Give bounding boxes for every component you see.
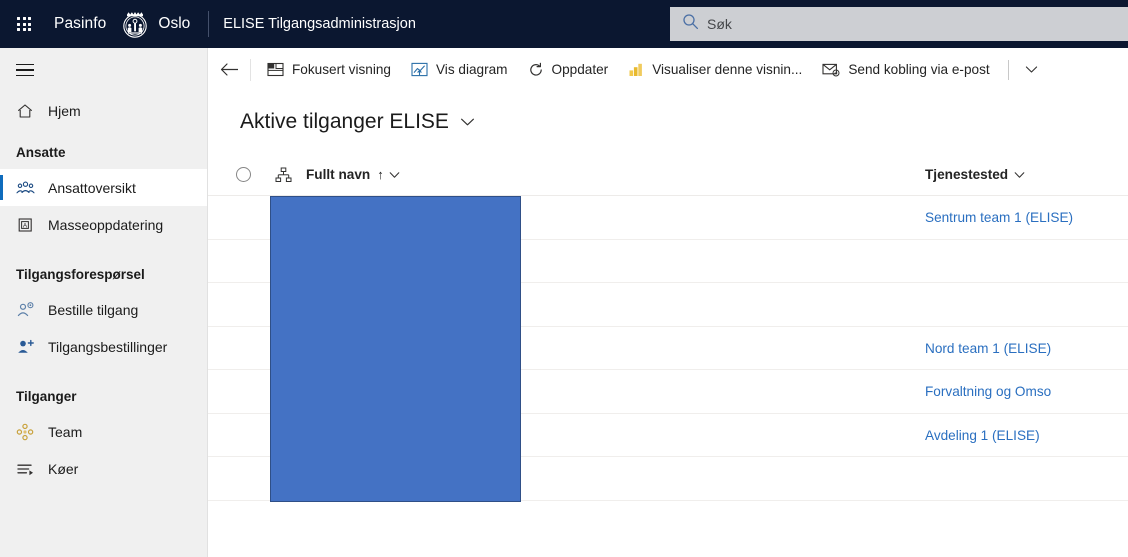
cell-tjenestested[interactable]: Sentrum team 1 (ELISE) [925, 196, 1073, 240]
oslo-coat-of-arms-icon [118, 7, 152, 41]
sidebar-item-hjem[interactable]: Hjem [0, 92, 207, 129]
show-chart-button[interactable]: Vis diagram [402, 54, 517, 86]
global-search-box[interactable]: Søk [670, 7, 1128, 41]
sort-ascending-icon: ↑ [377, 167, 384, 182]
cell-tjenestested[interactable]: Avdeling 1 (ELISE) [925, 414, 1040, 458]
focused-view-icon [267, 62, 284, 77]
sidebar-item-label: Masseoppdatering [48, 216, 164, 233]
sidebar-item-bestille-tilgang[interactable]: Bestille tilgang [0, 291, 207, 328]
svg-text:A: A [23, 222, 28, 229]
sidebar-item-masseoppdatering[interactable]: A Masseoppdatering [0, 206, 207, 243]
hierarchy-icon[interactable] [260, 167, 306, 183]
command-bar: Fokusert visning Vis diagram Oppdater Vi… [208, 48, 1128, 92]
chevron-down-icon[interactable] [1015, 65, 1048, 74]
search-icon [682, 13, 699, 35]
sidebar-item-label: Tilgangsbestillinger [48, 338, 168, 355]
view-title-row: Aktive tilganger ELISE [208, 92, 1128, 138]
sidebar-item-label: Bestille tilgang [48, 301, 139, 318]
sidebar-group-tilganger: Tilganger [16, 388, 77, 404]
team-icon [16, 422, 38, 442]
column-header-fullt-navn[interactable]: Fullt navn ↑ [306, 167, 400, 182]
column-header-label: Fullt navn [306, 167, 371, 182]
top-header-bar: Pasinfo Oslo ELISE Tilgangsadministrasjo… [0, 0, 1128, 48]
refresh-icon [528, 62, 544, 78]
people-group-icon [16, 178, 38, 198]
chevron-down-icon[interactable] [460, 117, 475, 127]
refresh-button[interactable]: Oppdater [519, 54, 618, 86]
send-link-email-button[interactable]: Send kobling via e-post [813, 54, 998, 86]
left-sidebar: Hjem Ansatte Ansattoversikt A Masseoppda… [0, 48, 208, 557]
back-arrow-icon[interactable] [208, 48, 250, 92]
person-settings-icon [16, 300, 38, 320]
sidebar-item-label: Team [48, 423, 83, 440]
person-add-icon [16, 337, 38, 357]
chevron-down-icon[interactable] [389, 171, 400, 179]
command-label: Oppdater [551, 62, 609, 77]
sidebar-item-koer[interactable]: Køer [0, 450, 207, 487]
chevron-down-icon[interactable] [1014, 171, 1025, 179]
brand-oslo-label[interactable]: Oslo [158, 15, 190, 33]
grid-header-row: Fullt navn ↑ Tjenestested [208, 154, 1128, 196]
email-link-icon [822, 62, 840, 77]
brand-pasinfo-label[interactable]: Pasinfo [54, 15, 106, 33]
column-header-tjenestested[interactable]: Tjenestested [925, 167, 1025, 182]
header-divider [208, 11, 210, 37]
sidebar-item-team[interactable]: Team [0, 413, 207, 450]
sidebar-item-ansattoversikt[interactable]: Ansattoversikt [0, 169, 207, 206]
app-root: Pasinfo Oslo ELISE Tilgangsadministrasjo… [0, 0, 1128, 557]
command-bar-divider [250, 58, 251, 81]
page-title: Aktive tilganger ELISE [240, 110, 449, 133]
app-title: ELISE Tilgangsadministrasjon [223, 16, 416, 32]
sidebar-item-label: Ansattoversikt [48, 179, 136, 196]
command-label: Send kobling via e-post [848, 62, 990, 77]
home-icon [16, 101, 38, 121]
cell-tjenestested[interactable]: Forvaltning og Omso [925, 370, 1051, 414]
sidebar-item-label: Køer [48, 460, 79, 477]
sidebar-group-ansatte: Ansatte [16, 144, 66, 160]
command-label: Fokusert visning [292, 62, 391, 77]
queue-icon [16, 459, 38, 479]
app-launcher-waffle-icon[interactable] [0, 0, 48, 48]
sidebar-item-label: Hjem [48, 102, 81, 119]
sidebar-group-tilgangsforesporsel: Tilgangsforespørsel [16, 266, 145, 282]
blue-rectangle-overlay [270, 196, 521, 502]
cell-tjenestested[interactable]: Nord team 1 (ELISE) [925, 327, 1051, 371]
search-input-placeholder: Søk [707, 16, 732, 32]
command-label: Vis diagram [435, 62, 508, 77]
bar-chart-icon [628, 62, 644, 77]
bulk-update-icon: A [16, 215, 38, 235]
visualize-view-button[interactable]: Visualiser denne visnin... [619, 54, 811, 86]
command-label: Visualiser denne visnin... [652, 62, 803, 77]
sidebar-item-tilgangsbestillinger[interactable]: Tilgangsbestillinger [0, 328, 207, 365]
show-chart-icon [411, 62, 428, 77]
command-bar-tail-divider [1007, 59, 1009, 80]
column-header-label: Tjenestested [925, 167, 1009, 182]
hamburger-menu-icon[interactable] [0, 48, 207, 92]
select-all-circle-icon[interactable] [226, 167, 260, 182]
focused-view-button[interactable]: Fokusert visning [258, 54, 400, 86]
